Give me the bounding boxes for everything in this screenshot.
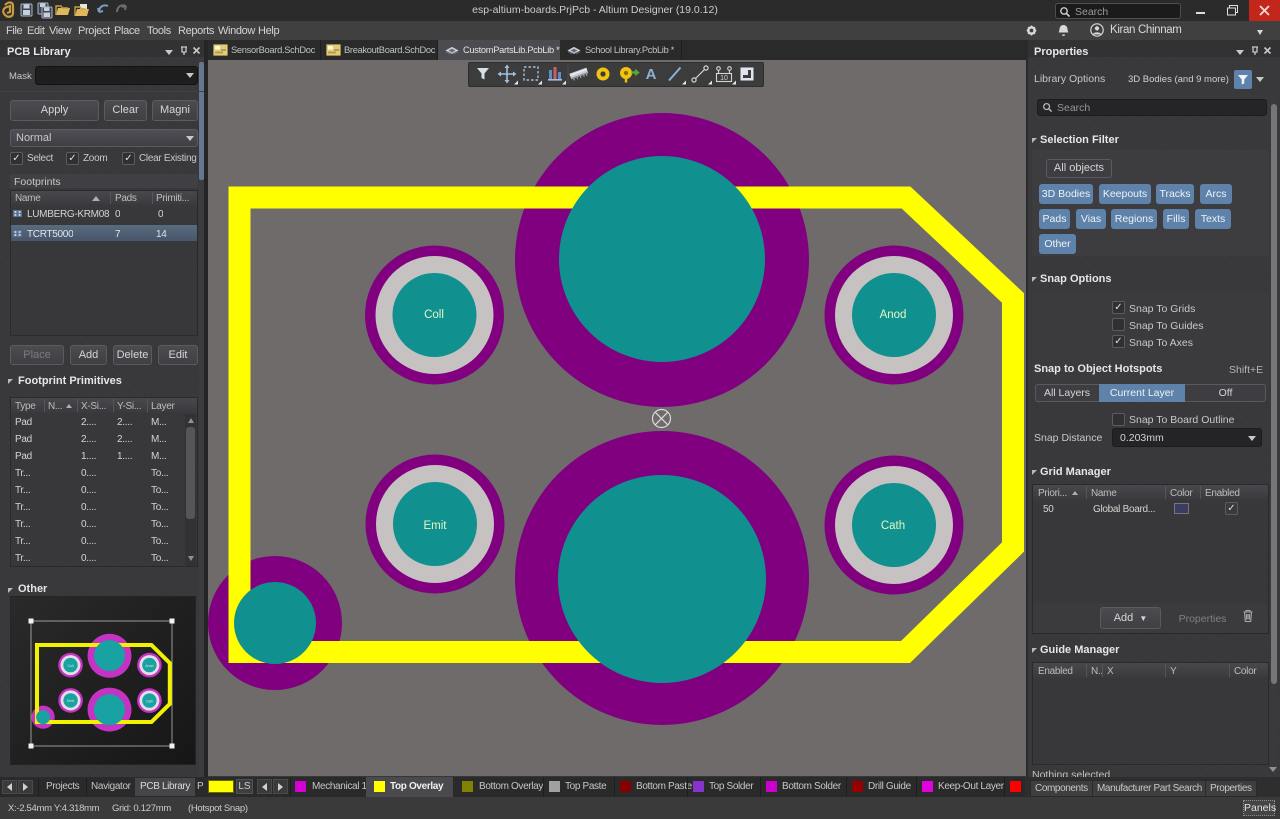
svg-text:Cath: Cath (881, 520, 905, 532)
svg-text:Cath: Cath (146, 699, 153, 703)
svg-text:A: A (646, 66, 657, 83)
svg-text:Coll: Coll (67, 664, 73, 668)
svg-text:Emit: Emit (67, 699, 74, 703)
svg-text:10: 10 (720, 75, 728, 82)
svg-text:Coll: Coll (424, 309, 444, 321)
svg-text:Anod: Anod (145, 664, 153, 668)
svg-text:Anod: Anod (880, 309, 907, 321)
svg-text:Emit: Emit (424, 520, 448, 532)
